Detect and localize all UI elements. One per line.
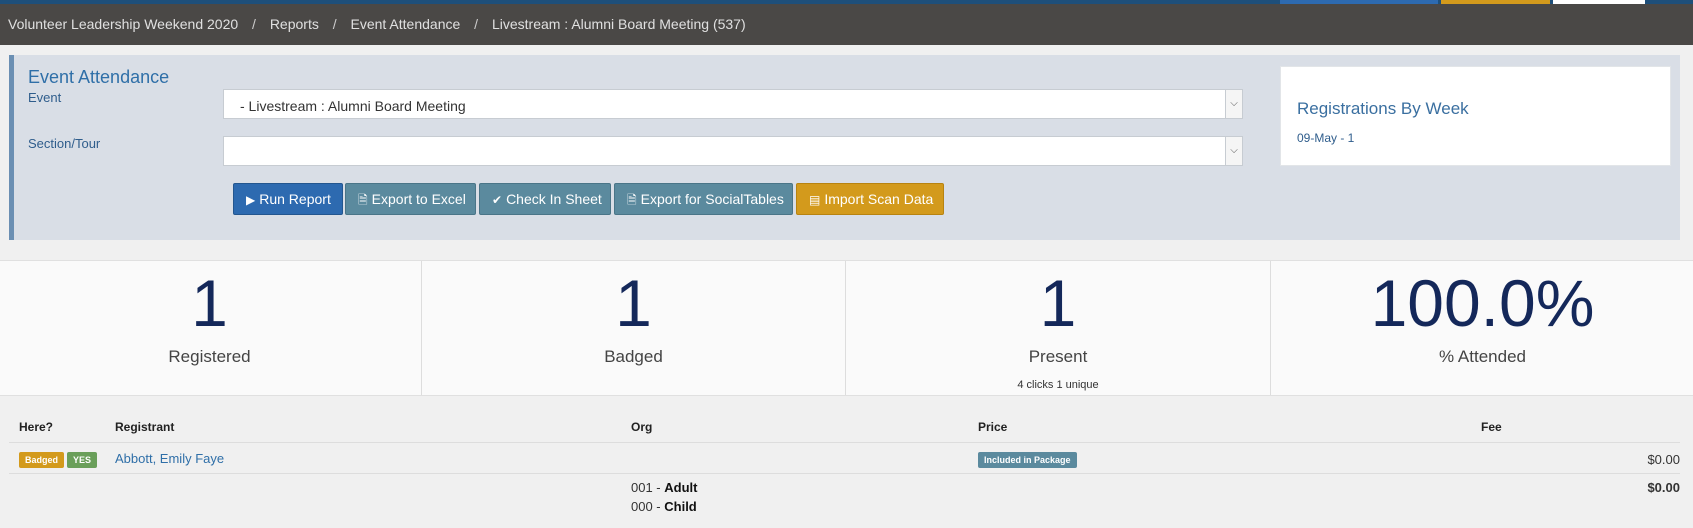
row-divider: [9, 473, 1680, 474]
summary-child-name: Child: [664, 499, 697, 514]
export-excel-label: Export to Excel: [371, 191, 466, 207]
stat-label: Badged: [604, 347, 663, 366]
breadcrumb-root[interactable]: Volunteer Leadership Weekend 2020: [8, 16, 238, 32]
event-label: Event: [28, 90, 62, 105]
fee-total: $0.00: [1647, 480, 1680, 495]
stat-percent-attended: 100.0% % Attended: [1270, 261, 1693, 395]
registrant-link[interactable]: Abbott, Emily Faye: [115, 451, 224, 466]
run-report-label: Run Report: [259, 191, 331, 207]
registrations-by-week-card: Registrations By Week 09-May - 1: [1280, 66, 1671, 166]
summary-adult-code: 001 -: [631, 480, 665, 495]
breadcrumb-current: Livestream : Alumni Board Meeting (537): [491, 16, 746, 32]
badged-badge: Badged: [19, 452, 65, 468]
stat-value: 1: [615, 266, 652, 340]
summary-adult: 001 - Adult: [631, 480, 697, 495]
import-scan-label: Import Scan Data: [824, 191, 934, 207]
event-select[interactable]: - Livestream : Alumni Board Meeting ⌵: [223, 89, 1243, 119]
check-in-sheet-label: Check In Sheet: [506, 191, 602, 207]
header-registrant[interactable]: Registrant: [115, 420, 174, 434]
breadcrumb: Volunteer Leadership Weekend 2020 / Repo…: [8, 16, 746, 32]
header-org[interactable]: Org: [631, 420, 652, 434]
panel-title: Event Attendance: [28, 67, 170, 87]
file-export-icon: 🗎: [627, 193, 637, 207]
price-badge: Included in Package: [978, 452, 1077, 468]
import-scan-data-button[interactable]: ▤ Import Scan Data: [796, 183, 944, 215]
play-circle-icon: ▶: [246, 193, 256, 207]
chevron-down-icon[interactable]: ⌵: [1225, 137, 1242, 165]
registrations-week-item: 09-May - 1: [1297, 131, 1355, 145]
export-socialtables-label: Export for SocialTables: [640, 191, 784, 207]
present-yes-badge: YES: [67, 452, 98, 468]
stat-value: 1: [191, 266, 228, 340]
summary-adult-name: Adult: [664, 480, 698, 495]
section-tour-select[interactable]: ⌵: [223, 136, 1243, 166]
breadcrumb-separator: /: [332, 16, 337, 32]
stat-label: Registered: [168, 347, 251, 366]
check-icon: ✔: [492, 193, 503, 207]
breadcrumb-separator: /: [252, 16, 256, 32]
stats-row: 1 Registered 1 Badged 1 Present 4 clicks…: [0, 260, 1693, 396]
fee-value: $0.00: [1647, 452, 1680, 467]
export-excel-button[interactable]: 🗎 Export to Excel: [345, 183, 476, 215]
export-socialtables-button[interactable]: 🗎 Export for SocialTables: [614, 183, 793, 215]
stat-registered: 1 Registered: [0, 261, 419, 395]
header-divider: [9, 442, 1680, 443]
section-tour-label: Section/Tour: [28, 136, 101, 151]
breadcrumb-reports[interactable]: Reports: [270, 16, 319, 32]
summary-child-code: 000 -: [631, 499, 665, 514]
breadcrumb-attendance[interactable]: Event Attendance: [351, 16, 461, 32]
summary-child: 000 - Child: [631, 499, 697, 514]
stat-badged: 1 Badged: [421, 261, 845, 395]
stat-label: % Attended: [1439, 347, 1526, 366]
stat-clicks-note: 4 clicks 1 unique: [1017, 379, 1099, 391]
breadcrumb-bar: Volunteer Leadership Weekend 2020 / Repo…: [0, 4, 1693, 45]
stat-present: 1 Present 4 clicks 1 unique: [845, 261, 1270, 395]
stat-value: 100.0%: [1370, 266, 1595, 340]
check-in-sheet-button[interactable]: ✔ Check In Sheet: [479, 183, 611, 215]
barcode-icon: ▤: [809, 193, 821, 207]
stat-label: Present: [1028, 347, 1088, 366]
registrations-by-week-title: Registrations By Week: [1297, 99, 1469, 118]
event-select-value: - Livestream : Alumni Board Meeting: [240, 98, 466, 114]
stat-value: 1: [1039, 266, 1077, 340]
header-price[interactable]: Price: [978, 420, 1007, 434]
breadcrumb-separator: /: [474, 16, 479, 32]
header-here[interactable]: Here?: [19, 420, 53, 434]
excel-file-icon: 🗎: [358, 193, 368, 207]
header-fee[interactable]: Fee: [1481, 420, 1502, 434]
run-report-button[interactable]: ▶ Run Report: [233, 183, 343, 215]
chevron-down-icon[interactable]: ⌵: [1225, 90, 1242, 118]
